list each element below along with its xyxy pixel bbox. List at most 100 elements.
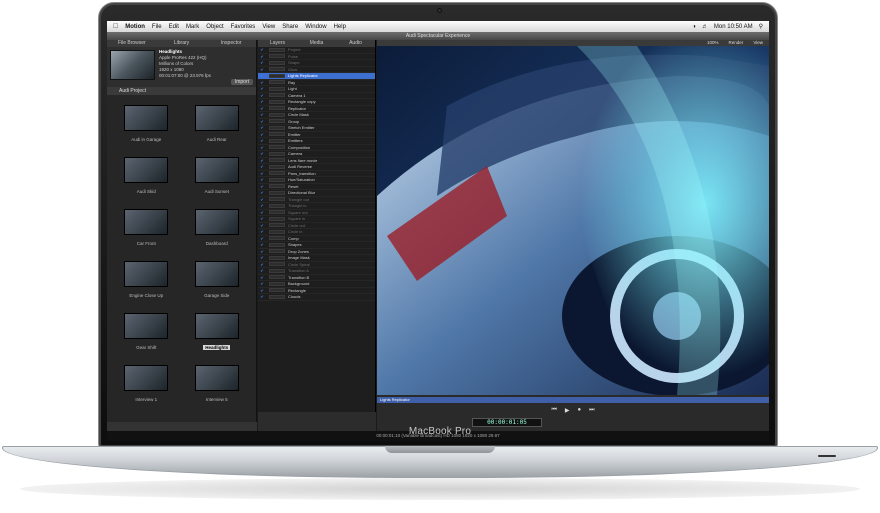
layer-mini-timeline <box>269 106 285 111</box>
layer-visibility-checkbox[interactable]: ✔ <box>258 268 266 273</box>
clip-thumbnail[interactable]: Interview 5 <box>182 359 253 411</box>
canvas-viewer[interactable]: 100% Render View <box>377 40 769 395</box>
menu-item-edit[interactable]: Edit <box>169 24 179 30</box>
layer-visibility-checkbox[interactable]: ✔ <box>258 73 266 78</box>
layer-visibility-checkbox[interactable]: ✔ <box>258 80 266 85</box>
layer-visibility-checkbox[interactable]: ✔ <box>258 177 266 182</box>
wifi-icon[interactable]: ◑ <box>692 24 696 30</box>
layer-visibility-checkbox[interactable]: ✔ <box>258 275 266 280</box>
layer-visibility-checkbox[interactable]: ✔ <box>258 223 266 228</box>
layer-visibility-checkbox[interactable]: ✔ <box>258 67 266 72</box>
volume-icon[interactable]: ♬ <box>702 24 708 30</box>
layer-visibility-checkbox[interactable]: ✔ <box>258 93 266 98</box>
tab-inspector[interactable]: Inspector <box>206 40 256 47</box>
layer-mini-timeline <box>269 47 285 52</box>
menu-item-file[interactable]: File <box>152 24 162 30</box>
forward-icon[interactable]: ⏭ <box>589 407 594 414</box>
apple-icon[interactable]:  <box>113 23 118 30</box>
layer-visibility-checkbox[interactable]: ✔ <box>258 184 266 189</box>
project-path[interactable]: Audi Project <box>107 87 256 95</box>
layer-visibility-checkbox[interactable]: ✔ <box>258 288 266 293</box>
menu-item-share[interactable]: Share <box>282 24 298 30</box>
spotlight-icon[interactable]: ⚲ <box>759 23 763 30</box>
menu-item-mark[interactable]: Mark <box>186 24 199 30</box>
menu-item-view[interactable]: View <box>262 24 275 30</box>
layer-name: Replicator <box>288 105 307 111</box>
layer-mini-timeline <box>269 268 285 273</box>
clip-thumbnail[interactable]: Audi Skid <box>111 151 182 203</box>
clip-thumbnail[interactable]: Audi Sunset <box>182 151 253 203</box>
layer-visibility-checkbox[interactable]: ✔ <box>258 54 266 59</box>
clip-thumbnail[interactable]: Audi Rear <box>182 99 253 151</box>
window-title: Audi Spectacular Experience <box>107 32 769 40</box>
layer-visibility-checkbox[interactable]: ✔ <box>258 229 266 234</box>
layers-panel: Layers Media Audio ✔ Project ✔ Pulse ✔ Shape ✔… <box>258 40 376 412</box>
layer-name: Reset <box>288 183 299 189</box>
layer-visibility-checkbox[interactable]: ✔ <box>258 197 266 202</box>
layer-visibility-checkbox[interactable]: ✔ <box>258 145 266 150</box>
layer-visibility-checkbox[interactable]: ✔ <box>258 190 266 195</box>
layer-visibility-checkbox[interactable]: ✔ <box>258 242 266 247</box>
model-label: MacBook Pro <box>408 426 472 437</box>
layer-visibility-checkbox[interactable]: ✔ <box>258 236 266 241</box>
menu-item-favorites[interactable]: Favorites <box>231 24 256 30</box>
menu-item-window[interactable]: Window <box>305 24 326 30</box>
layer-visibility-checkbox[interactable]: ✔ <box>258 119 266 124</box>
layer-visibility-checkbox[interactable]: ✔ <box>258 60 266 65</box>
layer-visibility-checkbox[interactable]: ✔ <box>258 255 266 260</box>
laptop-shadow <box>20 478 860 500</box>
clip-thumbnail[interactable]: Gear Shift <box>111 307 182 359</box>
layer-name: Stretch Emitter <box>288 125 315 131</box>
layer-visibility-checkbox[interactable]: ✔ <box>258 151 266 156</box>
tab-library[interactable]: Library <box>157 40 207 47</box>
import-button[interactable]: Import <box>230 79 253 85</box>
layer-visibility-checkbox[interactable]: ✔ <box>258 164 266 169</box>
layer-visibility-checkbox[interactable]: ✔ <box>258 112 266 117</box>
clip-thumbnail[interactable]: Audi in Garage <box>111 99 182 151</box>
layer-name: Rectangle <box>288 287 307 293</box>
record-icon[interactable]: ● <box>578 407 582 414</box>
layer-visibility-checkbox[interactable]: ✔ <box>258 203 266 208</box>
layer-visibility-checkbox[interactable]: ✔ <box>258 106 266 111</box>
layer-row[interactable]: ✔ Clouds <box>258 294 375 301</box>
browser-tabs: File Browser Library Inspector <box>107 40 256 47</box>
layer-visibility-checkbox[interactable]: ✔ <box>258 249 266 254</box>
layer-visibility-checkbox[interactable]: ✔ <box>258 125 266 130</box>
layer-visibility-checkbox[interactable]: ✔ <box>258 281 266 286</box>
layer-visibility-checkbox[interactable]: ✔ <box>258 47 266 52</box>
menu-item-motion[interactable]: Motion <box>125 24 145 30</box>
layer-visibility-checkbox[interactable]: ✔ <box>258 132 266 137</box>
layer-mini-timeline <box>269 99 285 104</box>
layer-mini-timeline <box>269 132 285 137</box>
layer-mini-timeline <box>269 73 285 78</box>
clip-thumbnail[interactable]: Headlights <box>182 307 253 359</box>
tab-layers[interactable]: Layers <box>258 40 297 47</box>
menu-item-object[interactable]: Object <box>206 24 223 30</box>
tab-file-browser[interactable]: File Browser <box>107 40 157 47</box>
layer-visibility-checkbox[interactable]: ✔ <box>258 99 266 104</box>
layer-name: Emitter <box>288 131 301 137</box>
layer-visibility-checkbox[interactable]: ✔ <box>258 158 266 163</box>
clip-label: Interview 5 <box>205 397 228 402</box>
clip-thumbnail[interactable]: Dashboard <box>182 203 253 255</box>
clip-thumbnail[interactable]: Car Front <box>111 203 182 255</box>
layer-mini-timeline <box>269 86 285 91</box>
tab-audio[interactable]: Audio <box>336 40 375 47</box>
layer-visibility-checkbox[interactable]: ✔ <box>258 138 266 143</box>
layer-visibility-checkbox[interactable]: ✔ <box>258 294 266 299</box>
layer-visibility-checkbox[interactable]: ✔ <box>258 216 266 221</box>
layer-visibility-checkbox[interactable]: ✔ <box>258 210 266 215</box>
tab-media[interactable]: Media <box>297 40 336 47</box>
clip-thumbnail[interactable]: Engine Close Up <box>111 255 182 307</box>
rewind-icon[interactable]: ⏮ <box>551 407 556 414</box>
preview-thumbnail[interactable] <box>110 50 155 80</box>
play-icon[interactable]: ▶ <box>565 407 570 414</box>
clip-thumbnail[interactable]: Interview 1 <box>111 359 182 411</box>
layer-visibility-checkbox[interactable]: ✔ <box>258 171 266 176</box>
menu-clock[interactable]: Mon 10:50 AM <box>714 24 753 30</box>
clip-thumbnail[interactable]: Garage Side <box>182 255 253 307</box>
menu-item-help[interactable]: Help <box>334 24 346 30</box>
timeline-track[interactable]: Lights Replicator <box>377 397 769 403</box>
layer-visibility-checkbox[interactable]: ✔ <box>258 86 266 91</box>
layer-visibility-checkbox[interactable]: ✔ <box>258 262 266 267</box>
